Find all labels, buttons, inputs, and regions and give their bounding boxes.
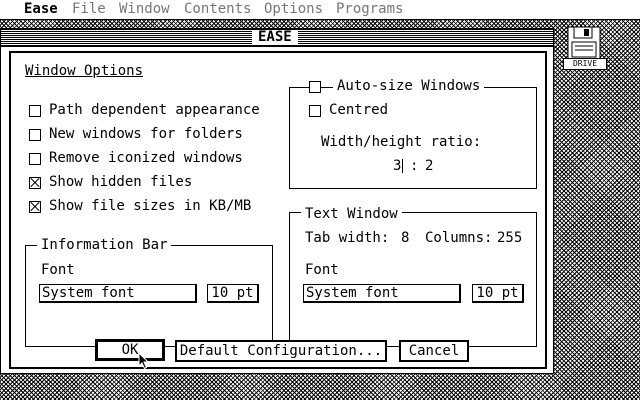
text-size-field[interactable]: 10 pt bbox=[472, 284, 524, 303]
columns-label: Columns: bbox=[425, 230, 493, 246]
checkbox-box[interactable] bbox=[29, 129, 41, 141]
checkbox-box[interactable] bbox=[29, 153, 41, 165]
checkbox-label: Show file sizes in KB/MB bbox=[49, 198, 252, 214]
tab-width-input[interactable]: 8 bbox=[401, 230, 409, 246]
columns-input[interactable]: 255 bbox=[497, 230, 522, 246]
dialog-heading: Window Options bbox=[25, 63, 144, 79]
ratio-label: Width/height ratio: bbox=[321, 134, 482, 150]
information-bar-title: Information Bar bbox=[37, 237, 172, 253]
ease-window: EASE Window Options Path dependent appea… bbox=[0, 28, 554, 374]
ratio-height-input[interactable]: 2 bbox=[425, 158, 433, 174]
ratio-separator: : bbox=[410, 158, 419, 174]
autosize-checkbox[interactable] bbox=[309, 81, 321, 93]
text-caret bbox=[402, 159, 403, 173]
checkbox-label: Remove iconized windows bbox=[49, 150, 243, 166]
info-font-field[interactable]: System font bbox=[39, 284, 197, 303]
menu-ease[interactable]: Ease bbox=[24, 1, 58, 18]
cancel-button[interactable]: Cancel bbox=[399, 340, 469, 362]
menu-file[interactable]: File bbox=[72, 1, 106, 18]
ok-button[interactable]: OK bbox=[95, 339, 165, 361]
checkbox-label: Show hidden files bbox=[49, 174, 193, 190]
checkbox-label: Path dependent appearance bbox=[49, 102, 260, 118]
autosize-label: Auto-size Windows bbox=[333, 78, 485, 94]
menu-options[interactable]: Options bbox=[264, 1, 323, 18]
tab-width-label: Tab width: bbox=[305, 230, 390, 246]
info-size-field[interactable]: 10 pt bbox=[207, 284, 259, 303]
ratio-width-input[interactable]: 3 bbox=[393, 158, 401, 174]
menu-window[interactable]: Window bbox=[119, 1, 170, 18]
text-window-title: Text Window bbox=[301, 206, 402, 222]
mouse-pointer-icon bbox=[138, 352, 150, 370]
window-options-dialog: Window Options Path dependent appearance… bbox=[9, 51, 547, 369]
window-title: EASE bbox=[252, 30, 298, 45]
text-font-label: Font bbox=[305, 262, 339, 278]
centred-label: Centred bbox=[329, 102, 389, 118]
menu-contents[interactable]: Contents bbox=[184, 1, 251, 18]
checkbox-box[interactable] bbox=[29, 177, 41, 189]
checkbox-box[interactable] bbox=[29, 105, 41, 117]
text-font-field[interactable]: System font bbox=[303, 284, 461, 303]
menu-programs[interactable]: Programs bbox=[336, 1, 403, 18]
checkbox-label: New windows for folders bbox=[49, 126, 243, 142]
drive-icon-label: DRIVE bbox=[563, 58, 607, 70]
checkbox-box[interactable] bbox=[29, 201, 41, 213]
info-font-label: Font bbox=[41, 262, 75, 278]
menu-bar: Ease File Window Contents Options Progra… bbox=[0, 0, 640, 20]
window-title-bar[interactable]: EASE bbox=[1, 29, 553, 47]
default-configuration-button[interactable]: Default Configuration... bbox=[175, 340, 387, 362]
centred-checkbox[interactable] bbox=[309, 105, 321, 117]
